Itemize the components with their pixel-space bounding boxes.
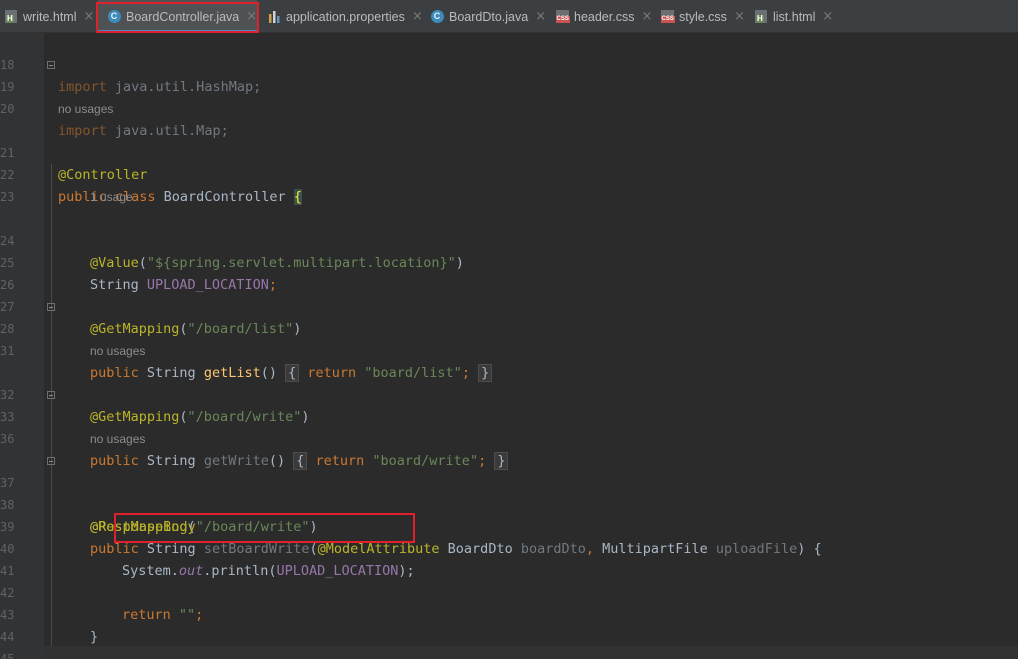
tab-boardcontroller-java[interactable]: C BoardController.java ×: [98, 0, 257, 33]
code-line: 21 @Controller: [0, 146, 148, 183]
tab-application-properties[interactable]: application.properties ×: [267, 0, 425, 33]
code-line: 37 @PostMapping("/board/write"): [0, 450, 1018, 535]
close-icon[interactable]: ×: [535, 9, 546, 24]
code-line: 38 @ResponseBody: [0, 498, 196, 535]
tab-list-html[interactable]: H list.html ×: [754, 0, 844, 33]
close-icon[interactable]: ×: [246, 9, 257, 24]
fold-toggle-icon[interactable]: [47, 391, 55, 399]
tab-header-css[interactable]: CSS header.css ×: [555, 0, 655, 33]
code-line: 39 public String setBoardWrite(@ModelAtt…: [0, 520, 822, 557]
usage-hint[interactable]: 1 usage: [90, 190, 133, 204]
close-icon[interactable]: ×: [412, 9, 423, 24]
code-line: 42 return "";: [0, 586, 204, 623]
editor-tab-bar: H write.html × C BoardController.java × …: [0, 0, 1018, 33]
html-file-icon: H: [4, 10, 18, 24]
code-line: 44: [0, 630, 15, 644]
code-line: 43 }: [0, 608, 99, 645]
html-file-icon: H: [754, 10, 768, 24]
fold-toggle-icon[interactable]: [47, 61, 55, 69]
code-line: 33 public String getWrite() { return "bo…: [0, 384, 1018, 470]
close-icon[interactable]: ×: [83, 9, 94, 24]
code-line: 41: [0, 564, 15, 578]
code-line: 23: [0, 190, 15, 204]
fold-toggle-icon[interactable]: [47, 303, 55, 311]
tab-label: BoardDto.java: [449, 9, 529, 24]
close-icon[interactable]: ×: [734, 9, 745, 24]
code-line: 31: [0, 344, 15, 358]
code-line: 32 @GetMapping("/board/write"): [0, 388, 310, 425]
java-class-icon: C: [430, 10, 444, 24]
tab-write-html[interactable]: H write.html ×: [4, 0, 94, 33]
code-line: 24 @Value("${spring.servlet.multipart.lo…: [0, 234, 464, 271]
fold-toggle-icon[interactable]: [47, 457, 55, 465]
code-line: 19 import java.util.Map;: [0, 54, 1018, 139]
tab-label: style.css: [679, 9, 727, 24]
css-file-icon: CSS: [660, 10, 675, 24]
code-line: 40 System.out.println(UPLOAD_LOCATION);: [0, 542, 415, 579]
tab-style-css[interactable]: CSS style.css ×: [660, 0, 748, 33]
tab-label: write.html: [23, 9, 77, 24]
tab-label: application.properties: [286, 9, 405, 24]
ide-window: H write.html × C BoardController.java × …: [0, 0, 1018, 659]
usage-hint[interactable]: no usages: [90, 344, 145, 358]
code-line: 28 public String getList() { return "boa…: [0, 296, 1018, 382]
code-line: 22 public class BoardController {: [0, 168, 302, 205]
usage-hint[interactable]: no usages: [58, 102, 113, 116]
tab-label: BoardController.java: [126, 9, 240, 24]
properties-file-icon: [267, 10, 281, 24]
code-line: 25 String UPLOAD_LOCATION;: [0, 256, 277, 293]
code-line: 20: [0, 102, 15, 116]
tab-label: header.css: [574, 9, 635, 24]
code-line: }: [0, 644, 1018, 659]
tab-label: list.html: [773, 9, 816, 24]
css-file-icon: CSS: [555, 10, 570, 24]
code-line: 26: [0, 278, 15, 292]
tab-boarddto-java[interactable]: C BoardDto.java ×: [430, 0, 550, 33]
code-line: 27 @GetMapping("/board/list"): [0, 300, 302, 337]
close-icon[interactable]: ×: [822, 9, 833, 24]
code-line: 36: [0, 432, 15, 446]
code-line: 18 import java.util.HashMap;: [0, 58, 262, 95]
java-class-icon: C: [107, 10, 121, 24]
close-icon[interactable]: ×: [641, 9, 652, 24]
usage-hint[interactable]: no usages: [90, 432, 145, 446]
